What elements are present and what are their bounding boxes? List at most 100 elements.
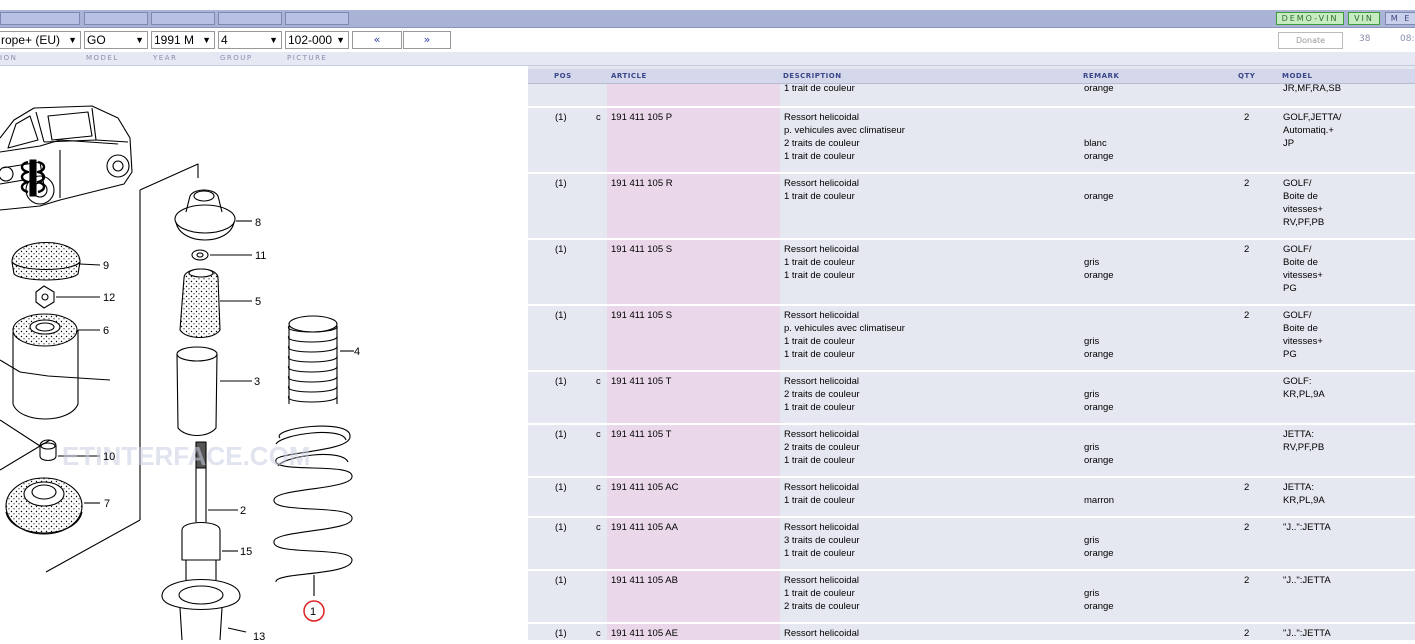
callout-10[interactable]: 10 — [103, 451, 115, 463]
callout-1-highlight[interactable]: 1 — [303, 600, 325, 622]
demo-vin-button[interactable]: DEMO-VIN — [1276, 12, 1344, 25]
table-row[interactable]: (1) c 191 411 105 AC Ressort helicoidal 1 tr… — [528, 478, 1415, 518]
vin-button[interactable]: VIN — [1348, 12, 1380, 25]
part-12-nut — [35, 285, 100, 309]
callout-11[interactable]: 11 — [255, 250, 266, 262]
callout-15[interactable]: 15 — [240, 546, 252, 558]
cell-article[interactable]: 191 411 105 R — [611, 177, 673, 190]
year-select[interactable]: 1991 M ▼ — [151, 31, 215, 49]
cell-model-line: KR,PL,9A — [1283, 389, 1325, 400]
cell-article[interactable]: 191 411 105 AB — [611, 574, 678, 587]
callout-7[interactable]: 7 — [104, 498, 110, 510]
cell-pos: (1) — [555, 522, 567, 533]
cell-article[interactable]: 191 411 105 P — [611, 111, 672, 124]
part-2-strut — [161, 441, 247, 641]
cell-article[interactable]: 191 411 105 T — [611, 375, 671, 388]
next-picture-button[interactable]: » — [403, 31, 451, 49]
callout-4[interactable]: 4 — [354, 346, 360, 358]
table-row[interactable]: (1) 191 411 105 S Ressort helicoidal p. veh… — [528, 306, 1415, 372]
cell-flag: c — [596, 429, 601, 440]
cell-article[interactable]: 191 411 105 AC — [611, 481, 678, 494]
cell-article[interactable]: 191 411 105 AE — [611, 627, 678, 640]
table-row[interactable]: (1) c 191 411 105 T Ressort helicoidal 2 tra… — [528, 372, 1415, 425]
cell-article[interactable]: 191 411 105 S — [611, 243, 672, 256]
table-row[interactable]: (1) c 191 411 105 T Ressort helicoidal 2 tra… — [528, 425, 1415, 478]
group-value: 4 — [221, 33, 228, 47]
cell-description: Ressort helicoidal 2 traits de couleur 1 t… — [784, 375, 860, 414]
callout-1[interactable]: 1 — [310, 606, 316, 618]
region-label: ION — [0, 54, 18, 62]
cell-flag: c — [596, 522, 601, 533]
cell-remark-line — [1084, 309, 1114, 322]
cell-remark-line: orange — [1084, 151, 1114, 162]
menu-tab-5[interactable] — [285, 12, 349, 25]
part-3-boot — [176, 346, 252, 437]
menu-tab-1[interactable] — [0, 12, 80, 25]
donate-button[interactable]: Donate — [1278, 32, 1343, 49]
cell-remark: orange — [1084, 83, 1114, 95]
cell-description: Ressort helicoidal 1 trait de couleur — [784, 177, 859, 203]
cell-remark: orange — [1084, 177, 1114, 203]
cell-description: 1 trait de couleur — [784, 83, 855, 95]
model-select[interactable]: GO ▼ — [84, 31, 148, 49]
cell-model-line: GOLF/ — [1283, 310, 1312, 321]
cell-model-line: Boite de — [1283, 191, 1318, 202]
table-row[interactable]: (1) c 191 411 105 AE Ressort helicoidal 2 "J.… — [528, 624, 1415, 640]
callout-12[interactable]: 12 — [103, 292, 115, 304]
part-6-mount — [12, 313, 100, 420]
menu-tab-4[interactable] — [218, 12, 282, 25]
group-select[interactable]: 4 ▼ — [218, 31, 282, 49]
table-row[interactable]: 1 trait de couleur orange JR,MF,RA,SB — [528, 83, 1415, 108]
cell-model: GOLF/Boite de vitesses+ PG — [1283, 243, 1323, 295]
cell-remark: gris orange — [1084, 521, 1114, 560]
top-menu-bar: DEMO-VIN VIN M E — [0, 10, 1415, 28]
callout-5[interactable]: 5 — [255, 296, 261, 308]
callout-3[interactable]: 3 — [254, 376, 260, 388]
callout-6[interactable]: 6 — [103, 325, 109, 337]
picture-label: PICTURE — [287, 54, 328, 62]
cell-remark-line — [1084, 111, 1114, 124]
cell-article[interactable]: 191 411 105 S — [611, 309, 672, 322]
callout-2[interactable]: 2 — [240, 505, 246, 517]
year-value: 1991 M — [154, 33, 195, 47]
cell-model-line: RV,PF,PB — [1283, 442, 1325, 453]
table-row[interactable]: (1) c 191 411 105 P Ressort helicoidal p. ve… — [528, 108, 1415, 174]
picture-select[interactable]: 102-000 ▼ — [285, 31, 349, 49]
cell-model-line: Boite de — [1283, 257, 1318, 268]
cell-model-line: vitesses+ — [1283, 204, 1323, 215]
cell-model-line: Automatiq.+ — [1283, 125, 1334, 136]
watermark: ETINTERFACE.COM — [62, 441, 310, 471]
year-label: YEAR — [153, 54, 178, 62]
cell-description: Ressort helicoidal p. vehicules avec clim… — [784, 111, 905, 163]
cell-model-line: GOLF,JETTA/ — [1283, 112, 1342, 123]
col-pos: POS — [554, 72, 572, 80]
cell-model-line: vitesses+ — [1283, 270, 1323, 281]
previous-picture-button[interactable]: « — [352, 31, 402, 49]
region-select[interactable]: rope+ (EU) ▼ — [0, 31, 81, 49]
cell-model-line: JP — [1283, 138, 1295, 149]
table-row[interactable]: (1) 191 411 105 AB Ressort helicoidal 1 tra… — [528, 571, 1415, 624]
cell-description-line: Ressort helicoidal — [784, 178, 859, 189]
table-row[interactable]: (1) 191 411 105 R Ressort helicoidal 1 trai… — [528, 174, 1415, 240]
cell-remark-line: orange — [1084, 548, 1114, 559]
callout-13[interactable]: 13 — [253, 631, 265, 643]
cell-description: Ressort helicoidal p. vehicules avec clim… — [784, 309, 905, 361]
cell-article[interactable]: 191 411 105 AA — [611, 521, 678, 534]
cell-flag: c — [596, 482, 601, 493]
cell-description-line: 1 trait de couleur — [784, 257, 855, 268]
menu-tab-3[interactable] — [151, 12, 215, 25]
table-row[interactable]: (1) c 191 411 105 AA Ressort helicoidal 3 tr… — [528, 518, 1415, 571]
cell-remark-line: orange — [1084, 270, 1114, 281]
col-article: ARTICLE — [611, 72, 647, 80]
cell-description-line: Ressort helicoidal — [784, 522, 859, 533]
cell-remark-line: gris — [1084, 336, 1100, 347]
callout-8[interactable]: 8 — [255, 217, 261, 229]
region-value: rope+ (EU) — [1, 33, 61, 47]
menu-tab-2[interactable] — [84, 12, 148, 25]
table-row[interactable]: (1) 191 411 105 S Ressort helicoidal 1 trai… — [528, 240, 1415, 306]
cell-description-line: 1 trait de couleur — [784, 83, 855, 94]
part-5-bump-stop — [179, 268, 252, 339]
menu-button[interactable]: M E — [1385, 12, 1415, 25]
cell-article[interactable]: 191 411 105 T — [611, 428, 671, 441]
callout-9[interactable]: 9 — [103, 260, 109, 272]
